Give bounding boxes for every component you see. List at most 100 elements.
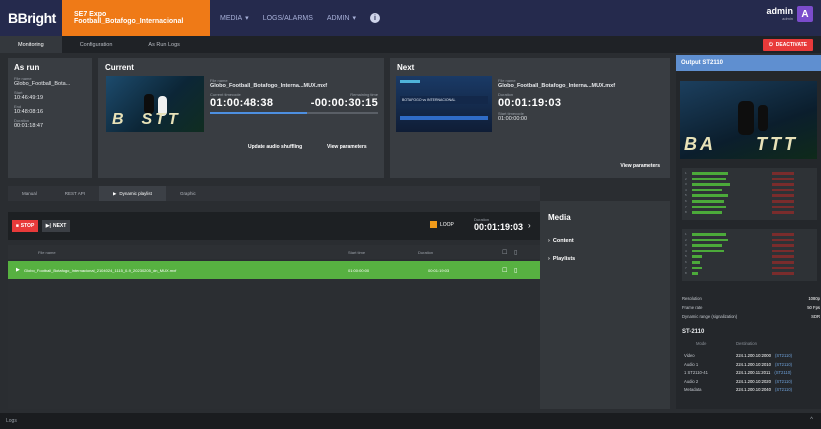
log-bar[interactable]: Logs: [0, 413, 821, 429]
output-stat-row: Resolution 1080p: [682, 296, 820, 301]
nav-logs-alarms[interactable]: LOGS/ALARMS: [263, 15, 313, 22]
meter-level-bar: [692, 194, 728, 197]
next-file: Globo_Football_Botafogo_Interna...MUX.mx…: [498, 83, 616, 89]
st2110-ip: 224.1.200.10:2000: [736, 353, 771, 358]
current-timecode: 01:00:48:38: [210, 97, 274, 109]
col-mode: Mode: [696, 341, 707, 346]
meter-peak-bar: [772, 266, 794, 270]
tab-manual[interactable]: Manual: [8, 186, 51, 201]
audio-meter-1: 12345678: [682, 168, 817, 220]
meter-channel-label: 8: [685, 210, 687, 215]
st2110-mode: Audio 2: [684, 378, 699, 384]
meter-level-bar: [692, 233, 726, 236]
select-all-checkbox-icon[interactable]: ☐: [502, 249, 507, 256]
meter-channel-label: 8: [685, 271, 687, 276]
st2110-mode: 1 ST2110-41: [684, 370, 708, 375]
row-checkbox-icon[interactable]: ☐: [502, 267, 507, 274]
meter-peak-bar: [772, 194, 794, 197]
table-row[interactable]: ▶ Globo_Football_Botafogo_Internacional_…: [8, 261, 540, 279]
media-content-item[interactable]: › Content: [548, 238, 574, 244]
view-parameters-button[interactable]: View parameters: [327, 144, 367, 150]
tab-rest-api[interactable]: REST API: [51, 186, 99, 201]
update-audio-shuffling-button[interactable]: Update audio shuffling: [248, 144, 302, 150]
media-playlists-item[interactable]: › Playlists: [548, 256, 575, 262]
st2110-row: Video 224.1.200.10:2000 (ST2110): [684, 353, 818, 358]
playlist-toolbar: ■ STOP ▶| NEXT LOOP Duration 00:01:19:03 ›: [8, 212, 540, 240]
media-panel: Media › Content › Playlists: [540, 201, 670, 409]
meter-peak-bar: [772, 233, 794, 236]
playlist-duration: 00:01:19:03: [474, 222, 524, 232]
meter-level-bar: [692, 261, 700, 264]
control-tabs: Manual REST API ▶ Dynamic playlist Graphi…: [8, 186, 540, 201]
as-run-title: As run: [14, 63, 40, 72]
meter-peak-bar: [772, 172, 794, 175]
stop-button[interactable]: ■ STOP: [12, 220, 38, 232]
trash-icon[interactable]: ▯: [514, 249, 517, 256]
playing-icon: ▶: [16, 267, 20, 273]
loop-toggle[interactable]: LOOP: [430, 221, 454, 228]
meter-level-bar: [692, 200, 724, 203]
as-run-file: Globo_Football_Bota...: [14, 81, 71, 87]
meter-level-bar: [692, 244, 722, 247]
st2110-mode: Audio 1: [684, 361, 699, 367]
as-run-end: 10:48:08:16: [14, 109, 44, 115]
chevron-right-icon[interactable]: ›: [528, 221, 531, 230]
avatar[interactable]: A: [797, 6, 813, 22]
channel-tab[interactable]: SE7 Expo Football_Botafogo_Internacional: [62, 0, 210, 36]
row-trash-icon[interactable]: ▯: [514, 267, 517, 274]
output-stat-row: Frame rate 50 Fps: [682, 305, 820, 310]
tab-as-run-logs[interactable]: As Run Logs: [130, 36, 198, 53]
meter-level-bar: [692, 188, 722, 192]
user-name: admin: [766, 6, 793, 16]
st2110-mode: Metadata: [684, 387, 702, 392]
next-button[interactable]: ▶| NEXT: [42, 220, 70, 232]
meter-level-bar: [692, 205, 726, 209]
remaining-time: -00:00:30:15: [310, 97, 378, 109]
media-title: Media: [548, 213, 571, 222]
tab-dynamic-playlist[interactable]: ▶ Dynamic playlist: [98, 186, 166, 201]
tab-graphic[interactable]: Graphic: [166, 186, 210, 201]
next-title: Next: [397, 63, 415, 72]
stop-icon: ■: [15, 223, 19, 229]
stat-value: 50 Fps: [807, 305, 820, 310]
meter-level-bar: [692, 238, 728, 242]
meter-channel-label: 5: [685, 193, 687, 198]
next-thumbnail: BOTAFOGO vs INTERNACIONAL: [396, 76, 492, 132]
chevron-up-icon[interactable]: ^: [810, 417, 813, 423]
info-icon[interactable]: i: [369, 13, 380, 23]
st2110-row: Audio 2 224.1.200.10:2020 (ST2110): [684, 379, 818, 384]
tab-configuration[interactable]: Configuration: [62, 36, 131, 53]
st2110-mode: Video: [684, 353, 695, 358]
nav-media[interactable]: MEDIA ▾: [220, 14, 249, 23]
row-start-time: 01:00:00:00: [348, 267, 370, 273]
st2110-title: ST-2110: [682, 329, 705, 335]
as-run-panel: As run File name Globo_Football_Bota... …: [8, 58, 92, 178]
st2110-tag: (ST2110): [774, 370, 792, 375]
meter-channel-label: 2: [685, 176, 687, 181]
user-menu[interactable]: admin admin A: [766, 6, 813, 22]
st2110-tag: (ST2110): [774, 353, 793, 358]
stat-key: Dynamic range (signalization): [682, 314, 738, 319]
next-view-parameters-button[interactable]: View parameters: [620, 163, 660, 169]
stat-key: Resolution: [682, 296, 702, 301]
next-panel: Next BOTAFOGO vs INTERNACIONAL File name…: [390, 58, 670, 178]
playlist-header: File name Start time Duration ☐ ▯: [8, 245, 540, 259]
progress-fill: [210, 112, 308, 114]
deactivate-button[interactable]: ⏻ DEACTIVATE: [762, 39, 813, 51]
output-title: Output ST2110: [676, 55, 821, 71]
nav-admin[interactable]: ADMIN ▾: [327, 14, 356, 23]
play-icon: ▶: [112, 190, 117, 196]
meter-channel-label: 6: [685, 199, 687, 203]
meter-peak-bar: [772, 249, 794, 253]
st2110-row: 1 ST2110-41 224.1.200.11:2011 (ST2110): [684, 370, 818, 375]
meter-level-bar: [692, 249, 724, 253]
stat-value: SDR: [811, 314, 820, 319]
meter-peak-bar: [772, 188, 794, 192]
output-stat-row: Dynamic range (signalization) SDR: [682, 314, 820, 319]
logo: BBright: [8, 10, 56, 26]
chevron-down-icon: ▾: [352, 15, 356, 22]
meter-peak-bar: [772, 183, 794, 186]
stat-key: Frame rate: [682, 305, 703, 310]
meter-channel-label: 1: [685, 232, 687, 236]
tab-monitoring[interactable]: Monitoring: [0, 36, 62, 53]
